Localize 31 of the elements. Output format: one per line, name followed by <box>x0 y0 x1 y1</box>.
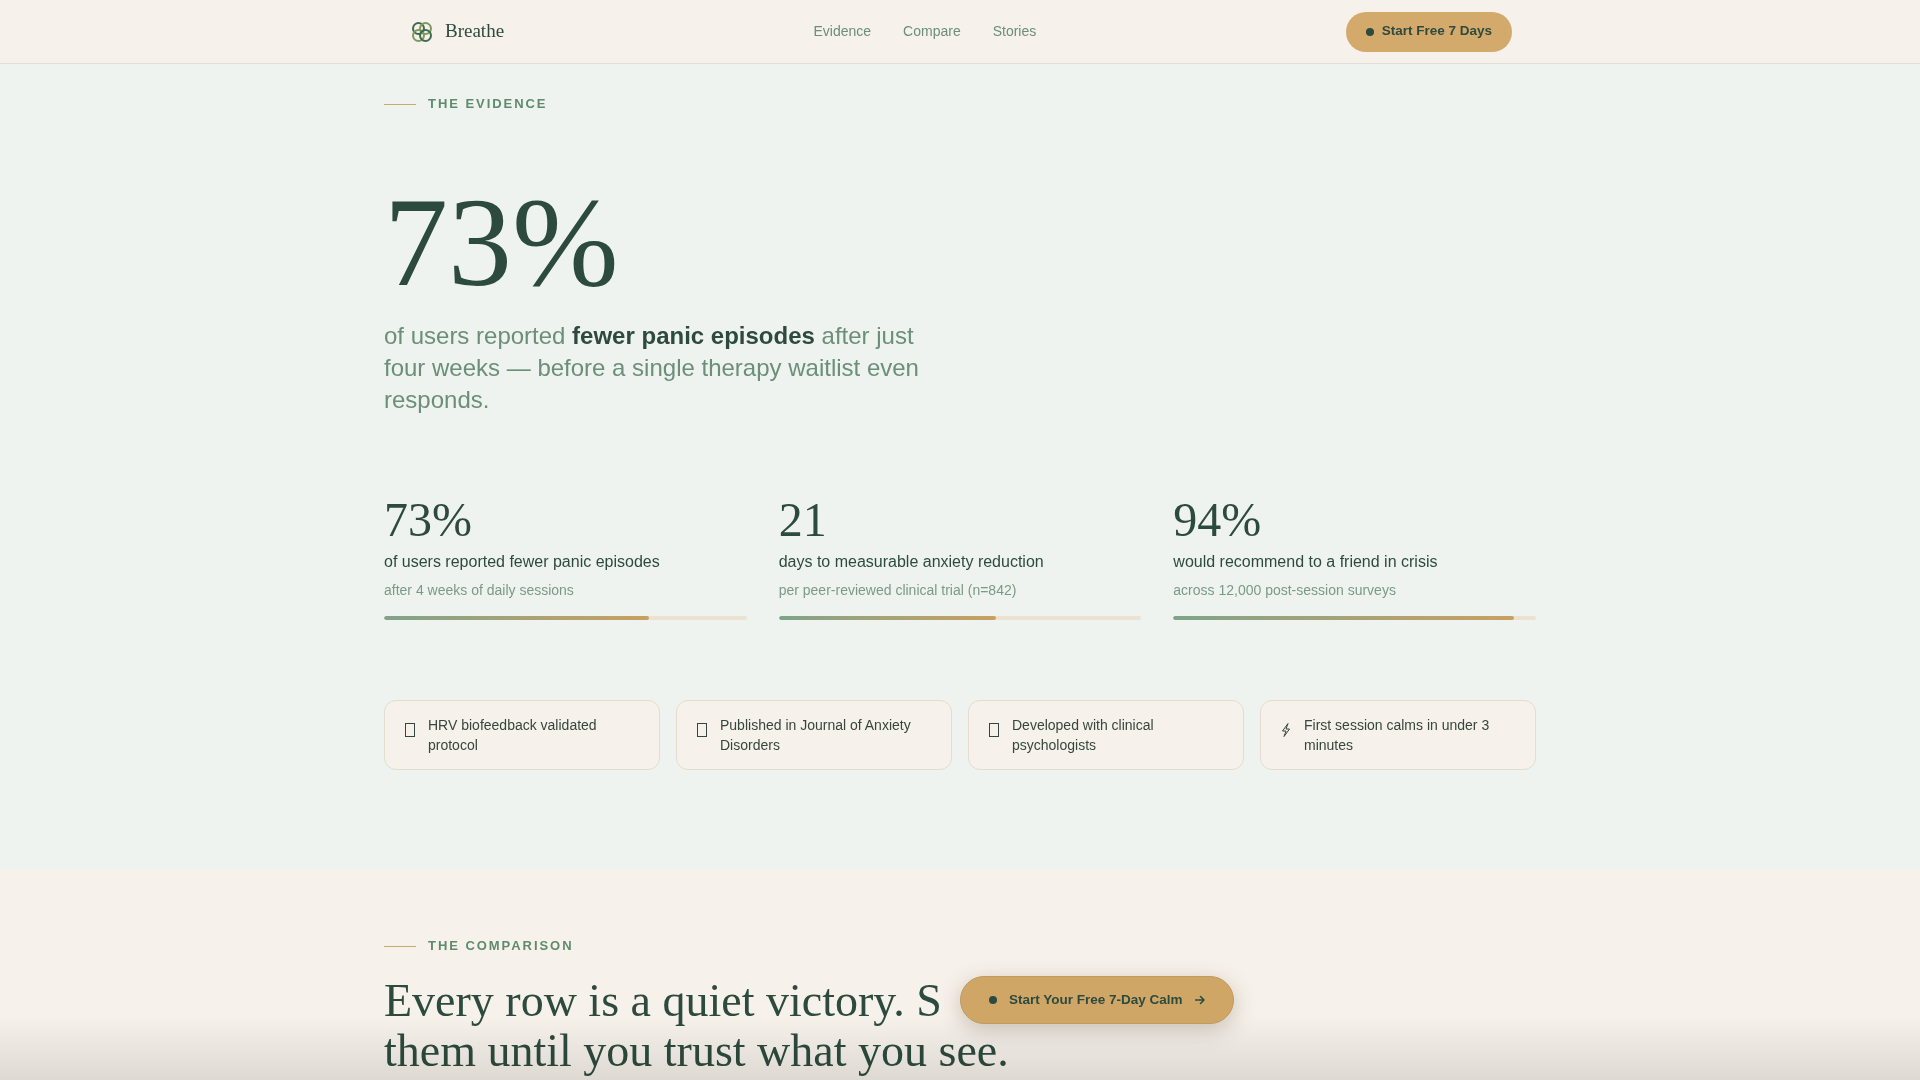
feature-text: Developed with clinical psychologists <box>1012 716 1155 755</box>
lead-paragraph: of users reported fewer panic episodes after just four weeks — before a single therapy waitlist even responds. <box>384 321 920 415</box>
start-trial-button[interactable]: Start Free 7 Days <box>1345 11 1512 52</box>
section-eyebrow: THE EVIDENCE <box>428 95 548 113</box>
stat-note: per peer-reviewed clinical trial (n=842) <box>778 581 1017 600</box>
brand-name: Breathe <box>445 19 505 44</box>
nav-link[interactable]: Stories <box>992 21 1037 42</box>
nav-link[interactable]: Compare <box>903 21 961 42</box>
section-eyebrow: THE COMPARISON <box>428 937 574 955</box>
feature-text: Published in Journal of Anxiety Disorders <box>720 716 912 755</box>
stat-value: 21 <box>778 496 827 544</box>
rectangle-icon <box>405 723 415 737</box>
stat-note: after 4 weeks of daily sessions <box>384 581 574 600</box>
feature-text: HRV biofeedback validated protocol <box>428 716 598 755</box>
stat-value: 73% <box>384 496 472 544</box>
stat-note: across 12,000 post-session surveys <box>1173 581 1396 600</box>
stat-label: would recommend to a friend in crisis <box>1173 552 1438 572</box>
rectangle-icon <box>697 723 707 737</box>
rectangle-icon <box>989 723 999 737</box>
arrow-right-icon <box>1194 995 1205 1005</box>
cta-button[interactable]: Start Your Free 7-Day Calm <box>960 976 1234 1024</box>
section-heading: Every row is a quiet victory. S <box>384 976 942 1026</box>
section-heading: them until you trust what you see. <box>384 1026 1009 1076</box>
feature-text: First session calms in under 3 minutes <box>1304 716 1491 755</box>
logo-icon <box>411 20 433 43</box>
stat-label: days to measurable anxiety reduction <box>778 552 1044 572</box>
stat-value: 94% <box>1173 496 1262 544</box>
lightning-icon <box>1281 723 1291 737</box>
nav-link[interactable]: Evidence <box>813 21 872 42</box>
stat-label: of users reported fewer panic episodes <box>384 552 660 572</box>
headline-stat: 73% <box>384 178 619 306</box>
